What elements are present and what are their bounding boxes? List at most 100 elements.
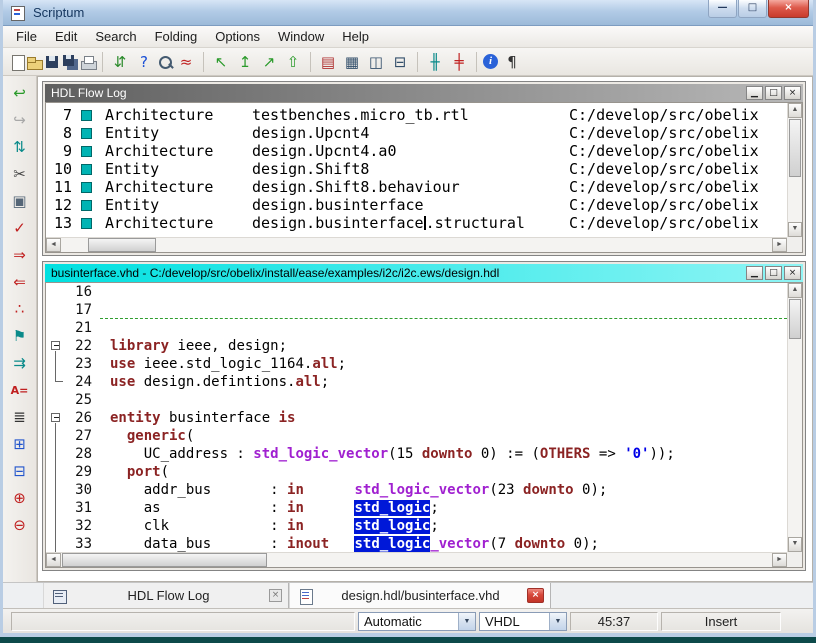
diff-prev-icon[interactable]: ╫ xyxy=(423,50,447,74)
help-icon[interactable]: ? xyxy=(132,50,156,74)
code-text[interactable]: clk : in std_logic; xyxy=(100,517,787,535)
nav-back-icon[interactable]: ↖ xyxy=(209,50,233,74)
code-text[interactable] xyxy=(100,283,787,301)
scroll-right-icon[interactable]: ► xyxy=(772,553,787,567)
flow-log-row[interactable]: 13Architecturedesign.businterface.struct… xyxy=(46,214,787,232)
code-text[interactable] xyxy=(100,301,787,319)
info-icon[interactable] xyxy=(482,53,500,71)
toggle-marker-icon[interactable]: ∴ xyxy=(8,297,32,321)
nav-up-icon[interactable]: ↥ xyxy=(233,50,257,74)
code-text[interactable]: UC_address : std_logic_vector(15 downto … xyxy=(100,445,787,463)
paste-icon[interactable]: ▣ xyxy=(8,189,32,213)
next-marker-icon[interactable]: ⇒ xyxy=(8,243,32,267)
new-document-icon[interactable] xyxy=(7,53,25,71)
sync-scroll-icon[interactable]: ⇅ xyxy=(8,135,32,159)
flow-log-row[interactable]: 7Architecturetestbenches.micro_tb.rtlC:/… xyxy=(46,106,787,124)
menu-folding[interactable]: Folding xyxy=(146,27,207,46)
split-horizontal-icon[interactable]: ⊟ xyxy=(388,50,412,74)
scroll-right-icon[interactable]: ► xyxy=(772,238,787,252)
scroll-up-icon[interactable]: ▲ xyxy=(788,103,802,118)
code-text[interactable]: data_bus : inout std_logic_vector(7 down… xyxy=(100,535,787,552)
maximize-button[interactable]: □ xyxy=(738,0,767,18)
tab-close-icon[interactable]: × xyxy=(269,589,282,602)
tab-design-hdl-businterface-vhd[interactable]: design.hdl/businterface.vhd× xyxy=(289,583,551,608)
diff-next-icon[interactable]: ╪ xyxy=(447,50,471,74)
scrollbar-thumb[interactable] xyxy=(62,553,267,567)
prev-marker-icon[interactable]: ⇐ xyxy=(8,270,32,294)
code-text[interactable] xyxy=(100,319,787,337)
scroll-down-icon[interactable]: ▼ xyxy=(788,222,802,237)
collapse-all-folds-icon[interactable]: ⊟ xyxy=(8,459,32,483)
editor-title-bar[interactable]: businterface.vhd - C:/develop/src/obelix… xyxy=(45,264,803,282)
editor-minimize-button[interactable]: ▁ xyxy=(746,266,763,280)
code-text[interactable]: port( xyxy=(100,463,787,481)
menu-options[interactable]: Options xyxy=(206,27,269,46)
open-file-icon[interactable] xyxy=(25,53,43,71)
save-all-icon[interactable] xyxy=(61,53,79,71)
fold-toggle-icon[interactable] xyxy=(51,413,60,422)
code-text[interactable]: as : in std_logic; xyxy=(100,499,787,517)
menu-search[interactable]: Search xyxy=(86,27,145,46)
spellcheck-icon[interactable]: ✓ xyxy=(8,216,32,240)
editor-vertical-scrollbar[interactable]: ▲ ▼ xyxy=(787,283,802,552)
code-text[interactable]: addr_bus : in std_logic_vector(23 downto… xyxy=(100,481,787,499)
special-chars-icon[interactable]: ≈ xyxy=(174,50,198,74)
tab-hdl-flow-log[interactable]: HDL Flow Log× xyxy=(43,583,289,608)
nav-forward-icon[interactable]: ↗ xyxy=(257,50,281,74)
collapse-fold-icon[interactable]: ⊖ xyxy=(8,513,32,537)
undo-icon[interactable]: ↩ xyxy=(8,81,32,105)
print-icon[interactable] xyxy=(79,53,97,71)
expand-fold-icon[interactable]: ⊕ xyxy=(8,486,32,510)
scrollbar-thumb[interactable] xyxy=(789,119,801,177)
expand-all-folds-icon[interactable]: ⊞ xyxy=(8,432,32,456)
code-text[interactable]: library ieee, design; xyxy=(100,337,787,355)
flow-log-row[interactable]: 9Architecturedesign.Upcnt4.a0C:/develop/… xyxy=(46,142,787,160)
code-text[interactable]: use ieee.std_logic_1164.all; xyxy=(100,355,787,373)
code-text[interactable]: entity businterface is xyxy=(100,409,787,427)
code-area[interactable]: 16172122library ieee, design;23use ieee.… xyxy=(46,283,787,552)
flow-log-row[interactable]: 8Entitydesign.Upcnt4C:/develop/src/obeli… xyxy=(46,124,787,142)
nav-top-icon[interactable]: ⇧ xyxy=(281,50,305,74)
reload-icon[interactable]: ⇵ xyxy=(108,50,132,74)
flow-log-title-bar[interactable]: HDL Flow Log ▁ □ × xyxy=(45,84,803,102)
flow-log-row[interactable]: 12Entitydesign.businterfaceC:/develop/sr… xyxy=(46,196,787,214)
editor-restore-button[interactable]: □ xyxy=(765,266,782,280)
flow-restore-button[interactable]: □ xyxy=(765,86,782,100)
cascade-windows-icon[interactable]: ▦ xyxy=(340,50,364,74)
redo-icon[interactable]: ↪ xyxy=(8,108,32,132)
file-markers-icon[interactable]: ▤ xyxy=(316,50,340,74)
line-list-icon[interactable]: ≣ xyxy=(8,405,32,429)
tab-close-icon[interactable]: × xyxy=(527,588,544,603)
code-text[interactable]: use design.defintions.all; xyxy=(100,373,787,391)
scroll-down-icon[interactable]: ▼ xyxy=(788,537,802,552)
scroll-left-icon[interactable]: ◄ xyxy=(46,553,61,567)
cut-icon[interactable]: ✂ xyxy=(8,162,32,186)
bookmark-icon[interactable]: ⚑ xyxy=(8,324,32,348)
editor-horizontal-scrollbar[interactable]: ◄ ► xyxy=(46,552,787,567)
split-vertical-icon[interactable]: ◫ xyxy=(364,50,388,74)
minimize-button[interactable]: — xyxy=(708,0,737,18)
flow-horizontal-scrollbar[interactable]: ◄ ► xyxy=(46,237,787,252)
pilcrow-icon[interactable]: ¶ xyxy=(500,50,524,74)
language-select[interactable]: VHDL ▼ xyxy=(479,612,567,631)
close-button[interactable]: × xyxy=(768,0,809,18)
menu-help[interactable]: Help xyxy=(333,27,378,46)
flow-log-row[interactable]: 11Architecturedesign.Shift8.behaviourC:/… xyxy=(46,178,787,196)
menu-file[interactable]: File xyxy=(7,27,46,46)
save-icon[interactable] xyxy=(43,53,61,71)
match-case-icon[interactable]: A= xyxy=(8,378,32,402)
flow-vertical-scrollbar[interactable]: ▲ ▼ xyxy=(787,103,802,237)
menu-edit[interactable]: Edit xyxy=(46,27,86,46)
flow-close-button[interactable]: × xyxy=(784,86,801,100)
code-text[interactable] xyxy=(100,391,787,409)
scrollbar-thumb[interactable] xyxy=(789,299,801,339)
flow-minimize-button[interactable]: ▁ xyxy=(746,86,763,100)
search-icon[interactable] xyxy=(156,53,174,71)
flow-log-row[interactable]: 10Entitydesign.Shift8C:/develop/src/obel… xyxy=(46,160,787,178)
menu-window[interactable]: Window xyxy=(269,27,333,46)
next-bookmark-icon[interactable]: ⇉ xyxy=(8,351,32,375)
code-text[interactable]: generic( xyxy=(100,427,787,445)
fold-toggle-icon[interactable] xyxy=(51,341,60,350)
scroll-up-icon[interactable]: ▲ xyxy=(788,283,802,298)
scroll-left-icon[interactable]: ◄ xyxy=(46,238,61,252)
